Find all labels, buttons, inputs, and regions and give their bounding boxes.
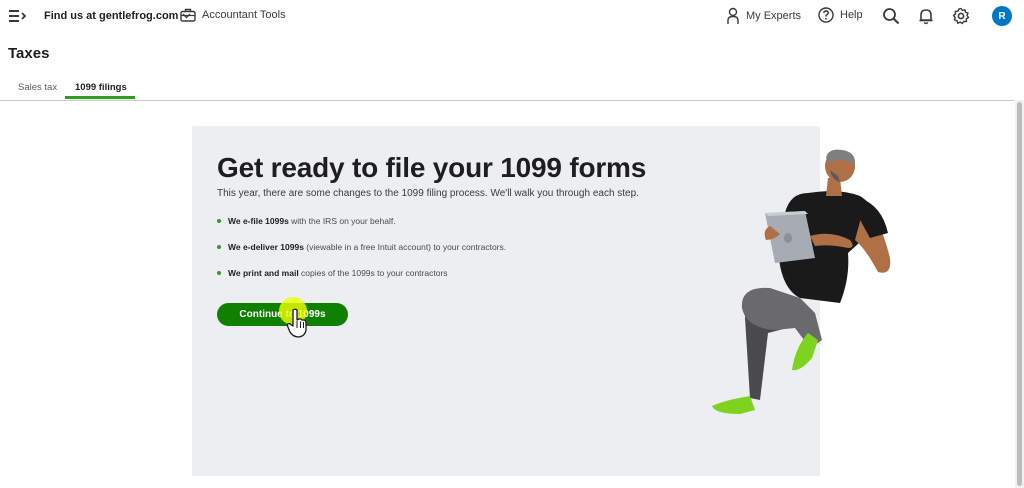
tab-1099-filings[interactable]: 1099 filings — [75, 82, 127, 93]
list-item-bold: We print and mail — [228, 268, 299, 278]
accountant-tools-button[interactable]: Accountant Tools — [180, 8, 286, 22]
hand-cursor-icon — [286, 308, 307, 338]
person-icon — [727, 7, 739, 24]
help-icon — [818, 7, 834, 23]
list-item-text: copies of the 1099s to your contractors — [298, 268, 448, 278]
company-switcher[interactable]: Find us at gentlefrog.com — [44, 10, 191, 22]
card-headline: Get ready to file your 1099 forms — [217, 152, 647, 183]
list-item-bold: We e-file 1099s — [228, 216, 289, 226]
active-tab-indicator — [65, 96, 135, 99]
tab-sales-tax[interactable]: Sales tax — [18, 82, 57, 93]
list-item: We e-file 1099s with the IRS on your beh… — [217, 216, 506, 242]
list-item: We e-deliver 1099s (viewable in a free I… — [217, 242, 506, 268]
avatar[interactable]: R — [992, 6, 1012, 26]
briefcase-icon — [180, 8, 196, 22]
scrollbar[interactable] — [1015, 100, 1024, 488]
scrollbar-thumb[interactable] — [1017, 102, 1022, 486]
search-icon[interactable] — [882, 7, 900, 25]
gear-icon[interactable] — [952, 7, 970, 25]
top-bar: Find us at gentlefrog.com Accountant Too… — [0, 0, 1024, 34]
person-with-laptop-illustration — [712, 149, 891, 414]
list-item-bold: We e-deliver 1099s — [228, 242, 304, 252]
page-title: Taxes — [8, 45, 50, 62]
accountant-tools-label: Accountant Tools — [202, 9, 286, 21]
help-button[interactable]: Help — [818, 7, 863, 23]
menu-toggle-icon[interactable] — [8, 8, 28, 24]
list-item-text: with the IRS on your behalf. — [288, 216, 396, 226]
card-subline: This year, there are some changes to the… — [217, 188, 639, 199]
company-name: Find us at gentlefrog.com — [44, 10, 179, 22]
bell-icon[interactable] — [917, 7, 935, 25]
my-experts-label: My Experts — [746, 10, 802, 22]
my-experts-button[interactable]: My Experts — [726, 7, 801, 25]
help-label: Help — [840, 9, 863, 21]
feature-list: We e-file 1099s with the IRS on your beh… — [217, 216, 506, 294]
list-item: We print and mail copies of the 1099s to… — [217, 268, 506, 294]
tab-bar: Sales tax 1099 filings — [0, 78, 1014, 101]
list-item-text: (viewable in a free Intuit account) to y… — [303, 242, 507, 252]
